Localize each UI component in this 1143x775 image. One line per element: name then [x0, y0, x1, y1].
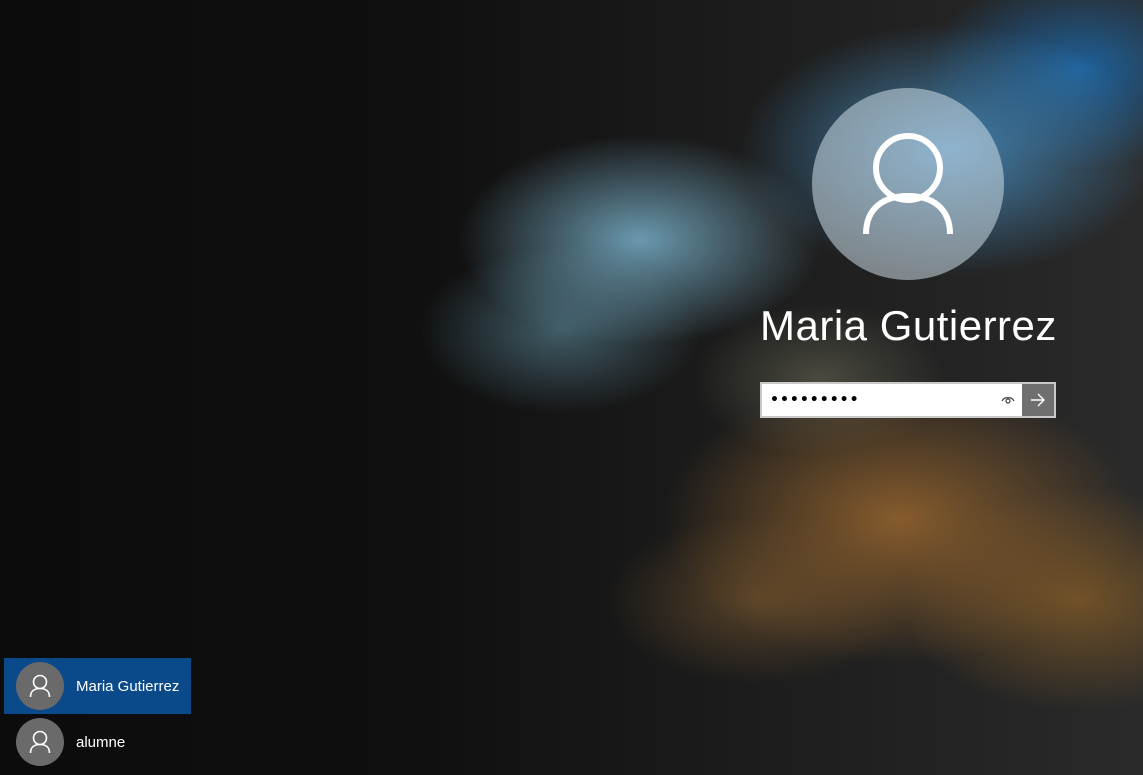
- user-avatar: [16, 662, 64, 710]
- account-name: Maria Gutierrez: [760, 302, 1057, 349]
- user-switcher: Maria Gutierrez alumne: [4, 658, 191, 770]
- user-avatar: [16, 718, 64, 766]
- user-item-maria-gutierrez[interactable]: Maria Gutierrez: [4, 658, 191, 714]
- user-icon: [863, 133, 953, 235]
- user-icon: [29, 730, 51, 754]
- lock-screen: Maria Gutierrez ••••••••• Maria Gutierre…: [0, 0, 1143, 775]
- reveal-password-button[interactable]: [994, 384, 1022, 416]
- password-box: [760, 382, 1056, 418]
- user-item-label: Maria Gutierrez: [76, 677, 180, 695]
- user-item-alumne[interactable]: alumne: [4, 714, 191, 770]
- password-input[interactable]: [762, 384, 994, 416]
- submit-button[interactable]: [1022, 382, 1056, 418]
- user-icon: [29, 674, 51, 698]
- eye-icon: [1001, 397, 1015, 404]
- user-item-label: alumne: [76, 733, 126, 751]
- arrow-right-icon: [1031, 393, 1045, 407]
- account-avatar: [812, 88, 1004, 280]
